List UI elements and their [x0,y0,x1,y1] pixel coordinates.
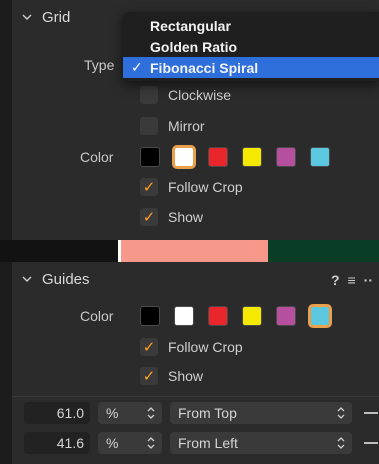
canvas-strip-green [268,240,379,262]
grid-color-swatches [140,147,330,167]
guides-follow-crop-label: Follow Crop [168,339,243,355]
clockwise-checkbox[interactable] [140,86,158,104]
help-icon[interactable]: ? [331,272,340,288]
remove-guide-icon[interactable] [364,442,378,444]
canvas-strip-pink [120,240,268,262]
swatch-black[interactable] [140,306,160,326]
guides-divider [12,396,379,397]
guide-unit-select[interactable]: % [98,432,162,454]
grid-color-label: Color [80,149,114,165]
guide-unit-label: % [106,405,119,421]
grid-show-label: Show [168,209,204,225]
mirror-label: Mirror [168,118,205,134]
up-down-arrows-icon [147,407,155,419]
grid-follow-crop-label: Follow Crop [168,179,243,195]
up-down-arrows-icon [147,437,155,449]
guide-unit-label: % [106,435,119,451]
menu-item-rectangular[interactable]: Rectangular [123,15,379,36]
grid-follow-crop-row[interactable]: ✓ Follow Crop [140,178,243,196]
swatch-cyan[interactable] [310,306,330,326]
guide-anchor-select[interactable]: From Top [170,402,352,424]
mirror-row[interactable]: Mirror [140,117,205,135]
guide-anchor-label: From Top [178,405,237,421]
grid-show-row[interactable]: ✓ Show [140,208,203,226]
guide-unit-select[interactable]: % [98,402,162,424]
checkmark-icon: ✓ [142,178,156,196]
guide-row: 41.6 % From Left [24,432,378,454]
menu-icon[interactable]: ≡ [348,272,356,288]
swatch-white[interactable] [174,147,194,167]
swatch-yellow[interactable] [242,306,262,326]
menu-item-fibonacci-spiral[interactable]: ✓ Fibonacci Spiral [123,57,379,78]
canvas-strip-left [0,240,120,262]
remove-guide-icon[interactable] [364,412,378,414]
swatch-yellow[interactable] [242,147,262,167]
checkmark-icon: ✓ [142,367,156,385]
up-down-arrows-icon [337,407,345,419]
clockwise-row[interactable]: Clockwise [140,86,231,104]
guides-section-header[interactable]: Guides [22,262,90,296]
guides-show-row[interactable]: ✓ Show [140,367,203,385]
up-down-arrows-icon [337,437,345,449]
grid-section-header[interactable]: Grid [22,0,70,34]
swatch-red[interactable] [208,147,228,167]
swatch-magenta[interactable] [276,306,296,326]
guides-color-label: Color [80,308,114,324]
mirror-checkbox[interactable] [140,117,158,135]
guides-follow-crop-checkbox[interactable]: ✓ [140,338,158,356]
canvas-strip-marker [118,240,121,262]
chevron-down-icon[interactable] [22,12,32,22]
checkmark-icon: ✓ [142,338,156,356]
grid-title: Grid [42,8,71,26]
grid-show-checkbox[interactable]: ✓ [140,208,158,226]
guides-panel: Guides ? ≡ ·· Color ✓ Follow Crop ✓ Show… [12,262,379,464]
guides-title: Guides [42,270,90,288]
type-label: Type [84,57,115,73]
guide-anchor-select[interactable]: From Left [170,432,352,454]
grid-follow-crop-checkbox[interactable]: ✓ [140,178,158,196]
swatch-cyan[interactable] [310,147,330,167]
guide-anchor-label: From Left [178,435,238,451]
more-icon[interactable]: ·· [364,272,373,288]
swatch-white[interactable] [174,306,194,326]
chevron-down-icon[interactable] [22,274,32,284]
checkmark-icon: ✓ [131,59,143,75]
guides-show-checkbox[interactable]: ✓ [140,367,158,385]
clockwise-label: Clockwise [168,87,232,103]
swatch-black[interactable] [140,147,160,167]
guides-header-icons: ? ≡ ·· [331,272,373,288]
menu-item-golden-ratio[interactable]: Golden Ratio [123,36,379,57]
guides-follow-crop-row[interactable]: ✓ Follow Crop [140,338,243,356]
checkmark-icon: ✓ [142,208,156,226]
swatch-magenta[interactable] [276,147,296,167]
menu-item-fibonacci-label: Fibonacci Spiral [150,59,259,76]
guide-value-field[interactable]: 41.6 [24,432,90,454]
guide-value-field[interactable]: 61.0 [24,402,90,424]
guides-color-swatches [140,306,330,326]
swatch-red[interactable] [208,306,228,326]
guides-show-label: Show [168,368,204,384]
grid-type-menu[interactable]: Rectangular Golden Ratio ✓ Fibonacci Spi… [123,12,379,81]
guide-row: 61.0 % From Top [24,402,378,424]
